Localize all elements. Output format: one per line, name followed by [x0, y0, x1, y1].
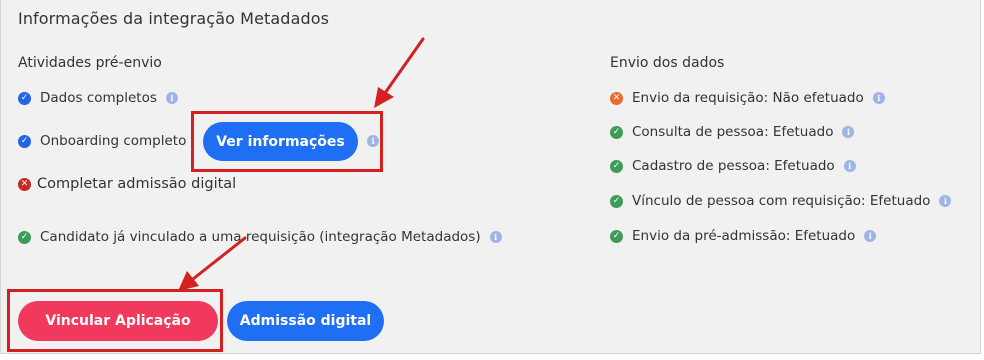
arrow-icon	[374, 37, 425, 108]
arrow-icon	[178, 236, 247, 291]
annotation-arrows	[178, 37, 425, 291]
